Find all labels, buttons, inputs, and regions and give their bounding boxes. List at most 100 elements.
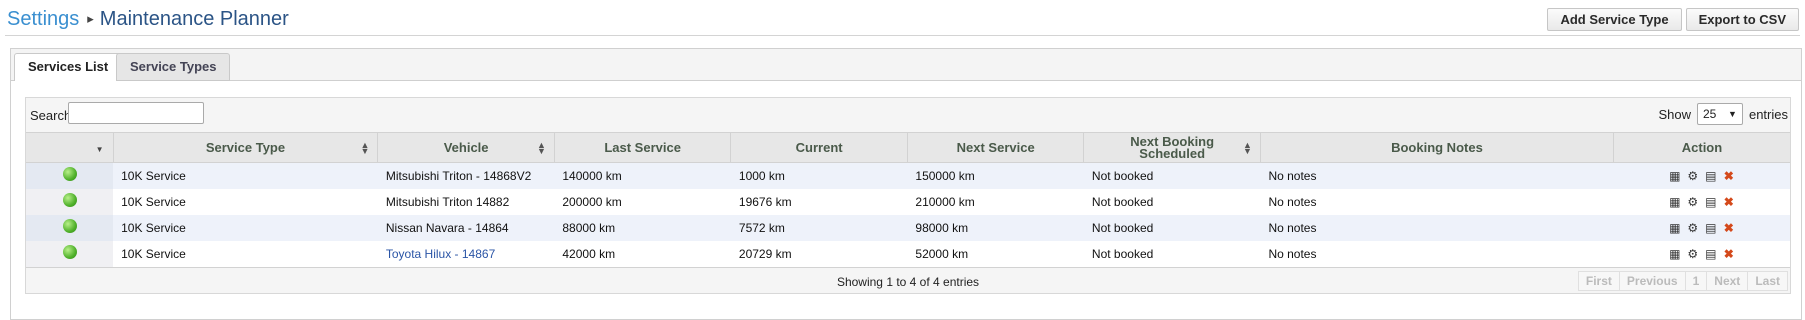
last-service-cell: 88000 km bbox=[554, 214, 731, 241]
breadcrumb: Settings ▸ Maintenance Planner bbox=[7, 8, 289, 31]
services-table-wrapper: Search: Show 25 ▼ entries ▼ Service Type… bbox=[25, 97, 1791, 294]
action-cell: ▦ ⚙ ▤ ✖ bbox=[1613, 188, 1790, 215]
delete-icon[interactable]: ✖ bbox=[1722, 169, 1736, 183]
status-ok-icon bbox=[62, 192, 77, 207]
book-icon[interactable]: ▤ bbox=[1704, 195, 1718, 209]
column-label: Vehicle bbox=[443, 139, 489, 155]
column-label: Next Booking Scheduled bbox=[1130, 133, 1215, 161]
vehicle-link[interactable]: Toyota Hilux - 14867 bbox=[386, 247, 495, 261]
vehicle-cell: Mitsubishi Triton 14882 bbox=[377, 188, 555, 215]
show-label: Show bbox=[1658, 106, 1691, 122]
tab-services-list[interactable]: Services List bbox=[14, 53, 123, 82]
calendar-icon[interactable]: ▦ bbox=[1668, 221, 1682, 235]
column-label: Last Service bbox=[604, 139, 681, 155]
status-cell bbox=[26, 188, 114, 215]
delete-icon[interactable]: ✖ bbox=[1722, 195, 1736, 209]
breadcrumb-settings-link[interactable]: Settings bbox=[7, 8, 79, 30]
services-table: ▼ Service Type ▲ ▼ Vehicle ▲ ▼ Last Service … bbox=[26, 132, 1790, 267]
delete-icon[interactable]: ✖ bbox=[1722, 247, 1736, 261]
search-input[interactable] bbox=[68, 102, 204, 124]
status-ok-icon bbox=[62, 218, 77, 233]
next-service-cell: 98000 km bbox=[907, 214, 1084, 241]
calendar-icon[interactable]: ▦ bbox=[1668, 195, 1682, 209]
column-header-status[interactable]: ▼ bbox=[26, 132, 114, 163]
status-cell bbox=[26, 162, 114, 189]
column-header-vehicle[interactable]: Vehicle ▲ ▼ bbox=[377, 132, 555, 163]
tab-bar: Services List Service Types bbox=[11, 49, 1801, 82]
column-header-next-service[interactable]: Next Service bbox=[906, 132, 1084, 163]
column-header-service-type[interactable]: Service Type ▲ ▼ bbox=[112, 132, 378, 163]
page-size-control: Show 25 ▼ entries bbox=[1658, 102, 1788, 126]
table-controls: Search: Show 25 ▼ entries bbox=[26, 98, 1790, 132]
tab-panel: Search: Show 25 ▼ entries ▼ Service Type… bbox=[11, 81, 1801, 319]
next-page-button[interactable]: Next bbox=[1706, 270, 1749, 291]
page-title: Maintenance Planner bbox=[99, 8, 289, 30]
next-booking-cell: Not booked bbox=[1083, 240, 1261, 267]
service-type-cell: 10K Service bbox=[113, 214, 378, 241]
header-divider bbox=[5, 35, 1800, 36]
next-service-cell: 150000 km bbox=[907, 162, 1084, 189]
current-cell: 1000 km bbox=[730, 162, 908, 189]
column-label: Next Service bbox=[956, 139, 1035, 155]
page-size-select[interactable]: 25 ▼ bbox=[1696, 103, 1743, 125]
column-label: Action bbox=[1681, 139, 1723, 155]
column-label: Current bbox=[795, 139, 843, 155]
chevron-down-icon: ▼ bbox=[1728, 109, 1737, 119]
table-row: 10K Service Toyota Hilux - 14867 42000 k… bbox=[26, 240, 1790, 267]
action-cell: ▦ ⚙ ▤ ✖ bbox=[1613, 162, 1790, 189]
sort-icon: ▲ ▼ bbox=[360, 140, 370, 156]
table-row: 10K Service Mitsubishi Triton 14882 2000… bbox=[26, 188, 1790, 215]
sort-icon: ▲ ▼ bbox=[1243, 140, 1252, 156]
export-csv-button[interactable]: Export to CSV bbox=[1685, 8, 1799, 31]
book-icon[interactable]: ▤ bbox=[1704, 247, 1718, 261]
gears-icon[interactable]: ⚙ bbox=[1686, 169, 1700, 183]
vehicle-cell: Mitsubishi Triton - 14868V2 bbox=[377, 162, 555, 189]
gears-icon[interactable]: ⚙ bbox=[1686, 247, 1700, 261]
pagination: First Previous 1 Next Last bbox=[1577, 270, 1788, 291]
booking-notes-cell: No notes bbox=[1260, 162, 1614, 189]
header-actions: Add Service Type Export to CSV bbox=[1547, 8, 1799, 31]
column-header-booking-notes[interactable]: Booking Notes bbox=[1259, 132, 1614, 163]
service-type-cell: 10K Service bbox=[113, 240, 378, 267]
table-row: 10K Service Nissan Navara - 14864 88000 … bbox=[26, 214, 1790, 241]
table-footer: Showing 1 to 4 of 4 entries First Previo… bbox=[26, 266, 1790, 293]
gears-icon[interactable]: ⚙ bbox=[1686, 221, 1700, 235]
add-service-type-button[interactable]: Add Service Type bbox=[1547, 8, 1682, 31]
book-icon[interactable]: ▤ bbox=[1704, 221, 1718, 235]
last-service-cell: 200000 km bbox=[554, 188, 731, 215]
current-cell: 20729 km bbox=[730, 240, 908, 267]
delete-icon[interactable]: ✖ bbox=[1722, 221, 1736, 235]
previous-page-button[interactable]: Previous bbox=[1618, 270, 1686, 291]
column-label: Booking Notes bbox=[1391, 139, 1483, 155]
current-cell: 7572 km bbox=[730, 214, 908, 241]
booking-notes-cell: No notes bbox=[1260, 188, 1614, 215]
status-ok-icon bbox=[62, 167, 77, 182]
action-cell: ▦ ⚙ ▤ ✖ bbox=[1613, 240, 1790, 267]
column-header-last-service[interactable]: Last Service bbox=[553, 132, 731, 163]
calendar-icon[interactable]: ▦ bbox=[1668, 247, 1682, 261]
caret-down-icon[interactable]: ▼ bbox=[96, 144, 104, 156]
service-type-cell: 10K Service bbox=[113, 162, 378, 189]
gears-icon[interactable]: ⚙ bbox=[1686, 195, 1700, 209]
last-service-cell: 42000 km bbox=[554, 240, 731, 267]
column-header-next-booking[interactable]: Next Booking Scheduled ▲ ▼ bbox=[1083, 132, 1261, 163]
next-booking-cell: Not booked bbox=[1083, 162, 1261, 189]
status-cell bbox=[26, 214, 114, 241]
booking-notes-cell: No notes bbox=[1260, 240, 1614, 267]
book-icon[interactable]: ▤ bbox=[1704, 169, 1718, 183]
tab-service-types[interactable]: Service Types bbox=[116, 53, 231, 81]
booking-notes-cell: No notes bbox=[1260, 214, 1614, 241]
table-info: Showing 1 to 4 of 4 entries bbox=[836, 274, 980, 289]
tabs-container: Services List Service Types Search: Show… bbox=[10, 48, 1802, 320]
first-page-button[interactable]: First bbox=[1577, 270, 1620, 291]
page-1-button[interactable]: 1 bbox=[1684, 270, 1708, 291]
page-size-value: 25 bbox=[1702, 107, 1717, 121]
calendar-icon[interactable]: ▦ bbox=[1668, 169, 1682, 183]
action-cell: ▦ ⚙ ▤ ✖ bbox=[1613, 214, 1790, 241]
column-header-current[interactable]: Current bbox=[730, 132, 908, 163]
vehicle-cell: Nissan Navara - 14864 bbox=[377, 214, 555, 241]
next-booking-cell: Not booked bbox=[1083, 214, 1261, 241]
breadcrumb-separator-icon: ▸ bbox=[87, 11, 94, 26]
current-cell: 19676 km bbox=[730, 188, 908, 215]
last-page-button[interactable]: Last bbox=[1747, 270, 1788, 291]
